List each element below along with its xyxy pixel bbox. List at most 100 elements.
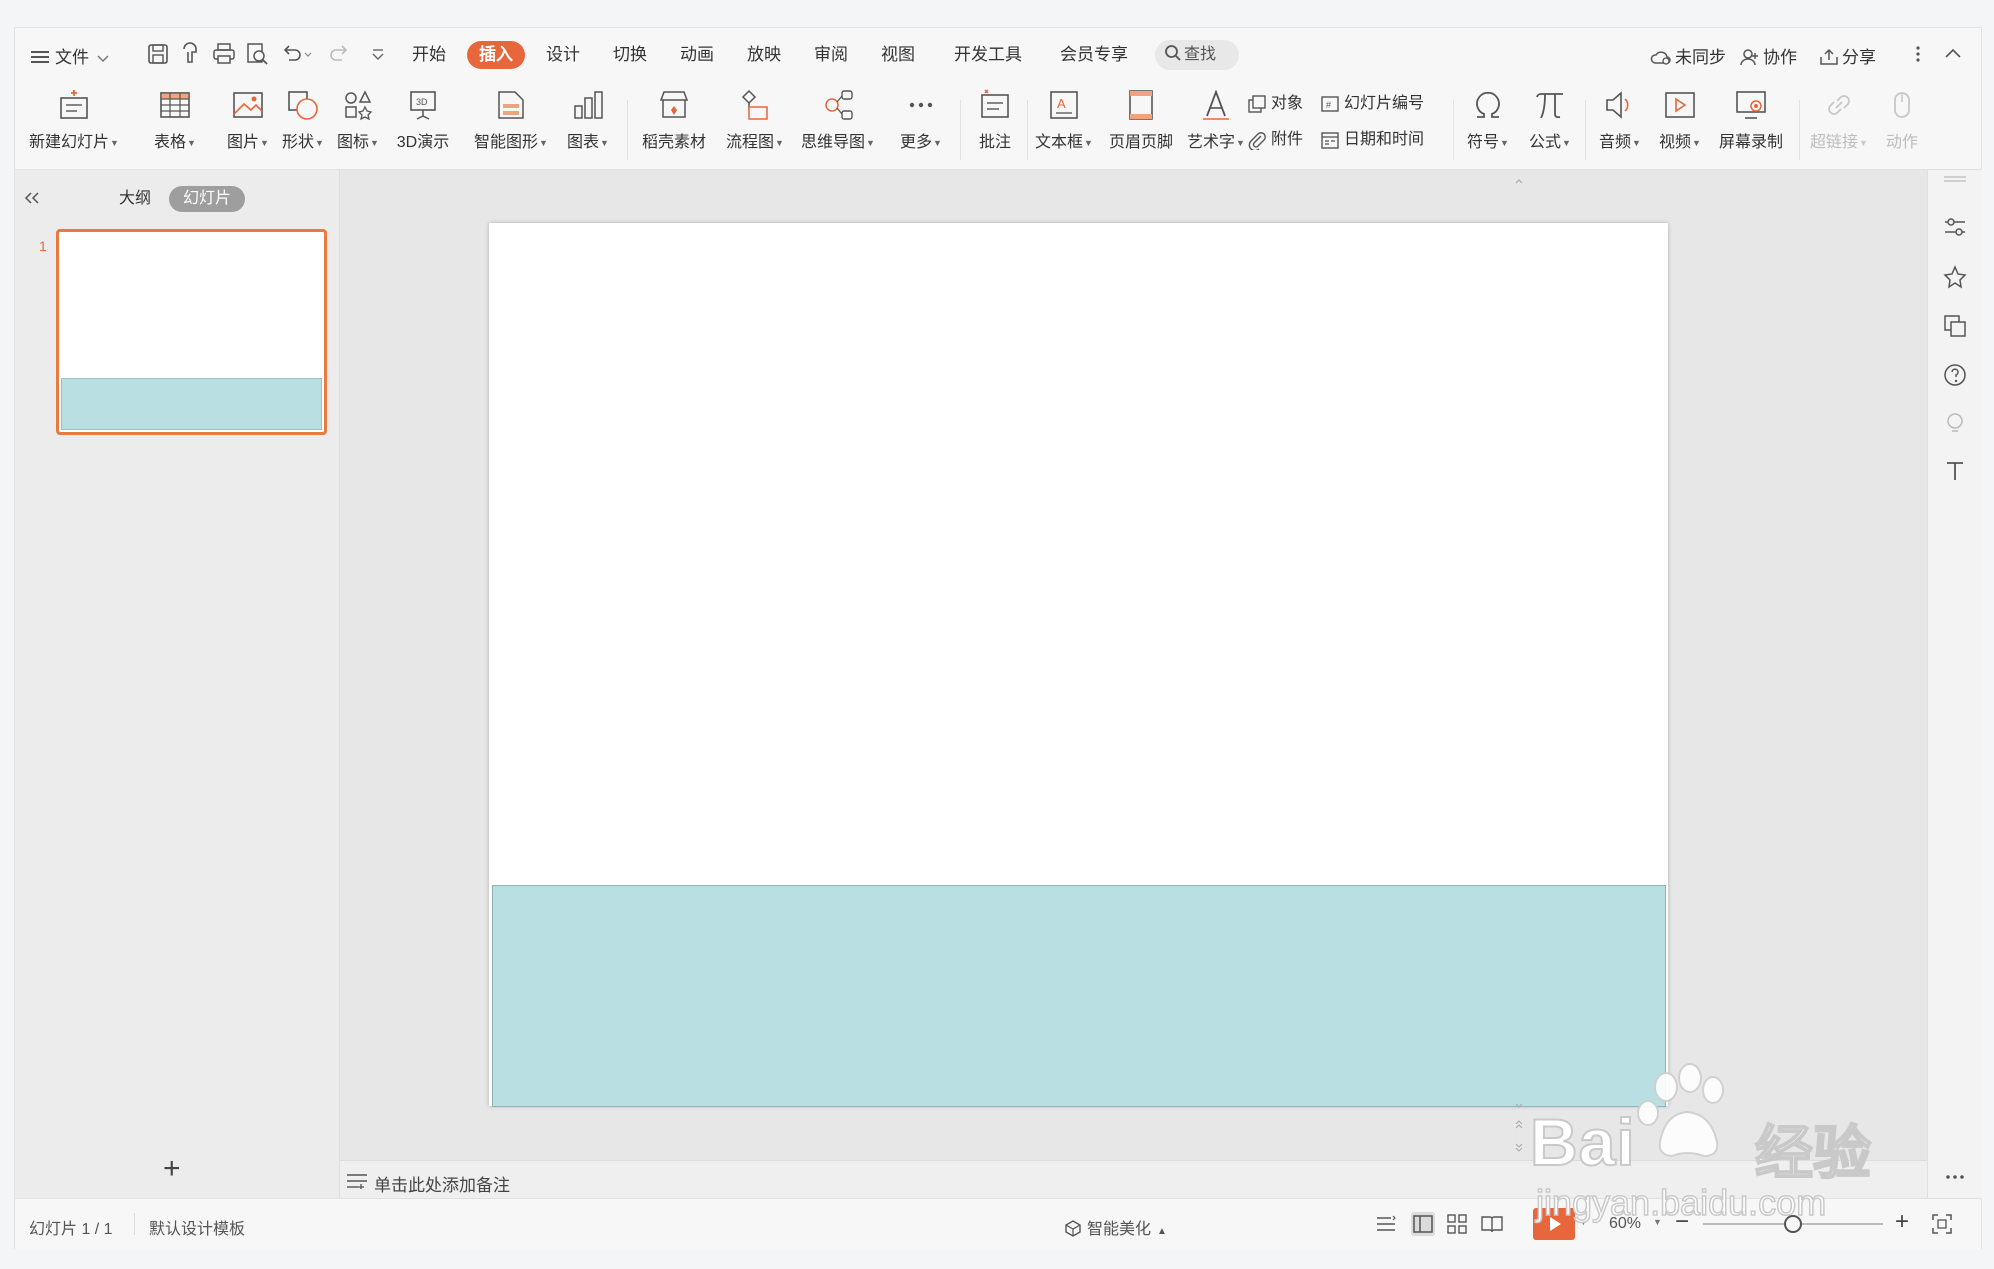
slide-number-button[interactable]: # 幻灯片编号 (1320, 92, 1424, 116)
template-name[interactable]: 默认设计模板 (149, 1215, 245, 1239)
table-button[interactable]: 表格▼ (150, 88, 200, 164)
object-button[interactable]: 对象 (1247, 92, 1303, 116)
screen-record-button[interactable]: 屏幕录制 (1713, 88, 1789, 164)
formula-button[interactable]: 公式▼ (1523, 88, 1577, 164)
collapse-ribbon-icon[interactable] (1940, 41, 1966, 67)
tab-slideshow[interactable]: 放映 (739, 41, 789, 69)
fit-to-window-icon[interactable] (1930, 1212, 1954, 1236)
header-footer-button[interactable]: 页眉页脚 (1105, 88, 1177, 164)
smart-beautify-button[interactable]: 智能美化 ▲ (1063, 1215, 1167, 1239)
daoke-materials-button[interactable]: 稻壳素材 (639, 88, 709, 164)
redo-icon[interactable] (327, 41, 353, 67)
zoom-dropdown[interactable]: ▼ (1653, 1217, 1662, 1227)
ribbon-divider (960, 100, 961, 160)
save-icon[interactable] (145, 41, 171, 67)
help-icon[interactable] (1942, 362, 1968, 388)
share-button[interactable]: 分享 (1819, 43, 1876, 68)
more-options-icon[interactable] (1942, 1164, 1968, 1190)
properties-icon[interactable] (1942, 214, 1968, 240)
undo-dropdown-icon[interactable] (302, 41, 314, 67)
zoom-in-button[interactable]: + (1895, 1208, 1909, 1236)
textbox-button[interactable]: A 文本框▼ (1033, 88, 1095, 164)
tab-view[interactable]: 视图 (873, 41, 923, 69)
shape-icon (288, 91, 318, 120)
notes-toggle-icon[interactable] (1375, 1212, 1399, 1236)
more-button[interactable]: 更多▼ (895, 88, 947, 164)
notes-pane[interactable]: 单击此处添加备注 (340, 1160, 1927, 1199)
shape-button[interactable]: 形状▼ (278, 88, 328, 164)
daoke-label: 稻壳素材 (641, 134, 706, 151)
flowchart-button[interactable]: 流程图▼ (721, 88, 789, 164)
sync-status-button[interactable]: 未同步 (1650, 43, 1726, 68)
tab-developer[interactable]: 开发工具 (946, 41, 1030, 69)
tab-design[interactable]: 设计 (538, 41, 588, 69)
3d-presentation-icon: 3D (410, 91, 436, 120)
undo-icon[interactable] (278, 41, 304, 67)
current-slide[interactable] (489, 223, 1668, 1107)
play-slideshow-button[interactable] (1533, 1208, 1575, 1240)
tab-home[interactable]: 开始 (404, 41, 454, 69)
paperclip-icon (1248, 131, 1266, 152)
attachment-button[interactable]: 附件 (1247, 128, 1303, 152)
action-button[interactable]: 动作 (1877, 88, 1927, 164)
hyperlink-button[interactable]: 超链接▼ (1807, 88, 1871, 164)
lightbulb-icon[interactable] (1942, 410, 1968, 436)
slide-sorter-icon[interactable] (1445, 1212, 1469, 1236)
wordart-button[interactable]: 艺术字▼ (1185, 88, 1247, 164)
thumbnail-rectangle-shape (61, 378, 322, 430)
zoom-slider-thumb[interactable] (1784, 1215, 1802, 1233)
new-slide-button[interactable]: 新建幻灯片▼ (29, 88, 119, 164)
more-horizontal-icon (909, 102, 933, 108)
comment-button[interactable]: 批注 (970, 88, 1020, 164)
search-box[interactable]: 查找 (1155, 40, 1239, 70)
more-vertical-icon[interactable] (1913, 41, 1923, 67)
hyperlink-label: 超链接 (1810, 134, 1859, 151)
transform-icon[interactable] (1942, 313, 1968, 339)
rectangle-shape[interactable] (492, 885, 1666, 1107)
customize-quick-access-icon[interactable] (369, 41, 387, 67)
speaker-icon (1606, 91, 1629, 119)
collapse-panel-icon[interactable] (23, 190, 41, 206)
file-menu[interactable]: 文件 (31, 43, 109, 68)
picture-button[interactable]: 图片▼ (223, 88, 273, 164)
slide-thumbnail[interactable] (56, 229, 327, 435)
add-slide-button[interactable]: + (163, 1154, 181, 1184)
audio-button[interactable]: 音频▼ (1593, 88, 1647, 164)
icons-button[interactable]: 图标▼ (333, 88, 383, 164)
star-icon[interactable] (1942, 264, 1968, 290)
tab-slides[interactable]: 幻灯片 (169, 186, 246, 212)
notes-placeholder: 单击此处添加备注 (374, 1176, 510, 1195)
tab-review[interactable]: 审阅 (806, 41, 856, 69)
tab-animations[interactable]: 动画 (672, 41, 722, 69)
chart-button[interactable]: 图表▼ (562, 88, 614, 164)
video-button[interactable]: 视频▼ (1653, 88, 1707, 164)
tab-member[interactable]: 会员专享 (1052, 41, 1136, 69)
reading-view-icon[interactable] (1480, 1212, 1504, 1236)
tab-outline[interactable]: 大纲 (119, 186, 151, 212)
format-painter-icon[interactable] (178, 41, 204, 67)
tab-transitions[interactable]: 切换 (605, 41, 655, 69)
zoom-slider[interactable] (1703, 1215, 1883, 1233)
zoom-out-button[interactable]: − (1675, 1208, 1689, 1236)
print-preview-icon[interactable] (244, 41, 270, 67)
insert-ribbon: 新建幻灯片▼ 表格▼ 图片▼ 形状▼ 图标▼ 3D 3D演示 智能图形▼ 图表▼ (15, 82, 1981, 170)
vertical-scrollbar[interactable] (1511, 170, 1527, 1160)
wordart-icon (1203, 89, 1229, 120)
text-icon[interactable] (1942, 458, 1968, 484)
header-footer-label: 页眉页脚 (1108, 134, 1173, 151)
smartart-button[interactable]: 智能图形▼ (471, 88, 551, 164)
slideshow-dropdown[interactable]: ▼ (1579, 1217, 1588, 1227)
symbol-button[interactable]: 符号▼ (1461, 88, 1515, 164)
screen-record-icon (1736, 91, 1766, 119)
datetime-button[interactable]: 日期和时间 (1320, 128, 1424, 152)
collaborate-button[interactable]: 协作 (1740, 43, 1797, 68)
print-icon[interactable] (211, 41, 237, 67)
mindmap-button[interactable]: 思维导图▼ (797, 88, 879, 164)
tab-insert[interactable]: 插入 (467, 41, 525, 69)
normal-view-icon[interactable] (1411, 1212, 1435, 1236)
slide-editing-area (340, 170, 1927, 1160)
3d-demo-button[interactable]: 3D 3D演示 (391, 88, 455, 164)
action-label: 动作 (1885, 134, 1918, 151)
zoom-level[interactable]: 60% (1609, 1215, 1641, 1233)
flowchart-label: 流程图 (726, 134, 775, 151)
